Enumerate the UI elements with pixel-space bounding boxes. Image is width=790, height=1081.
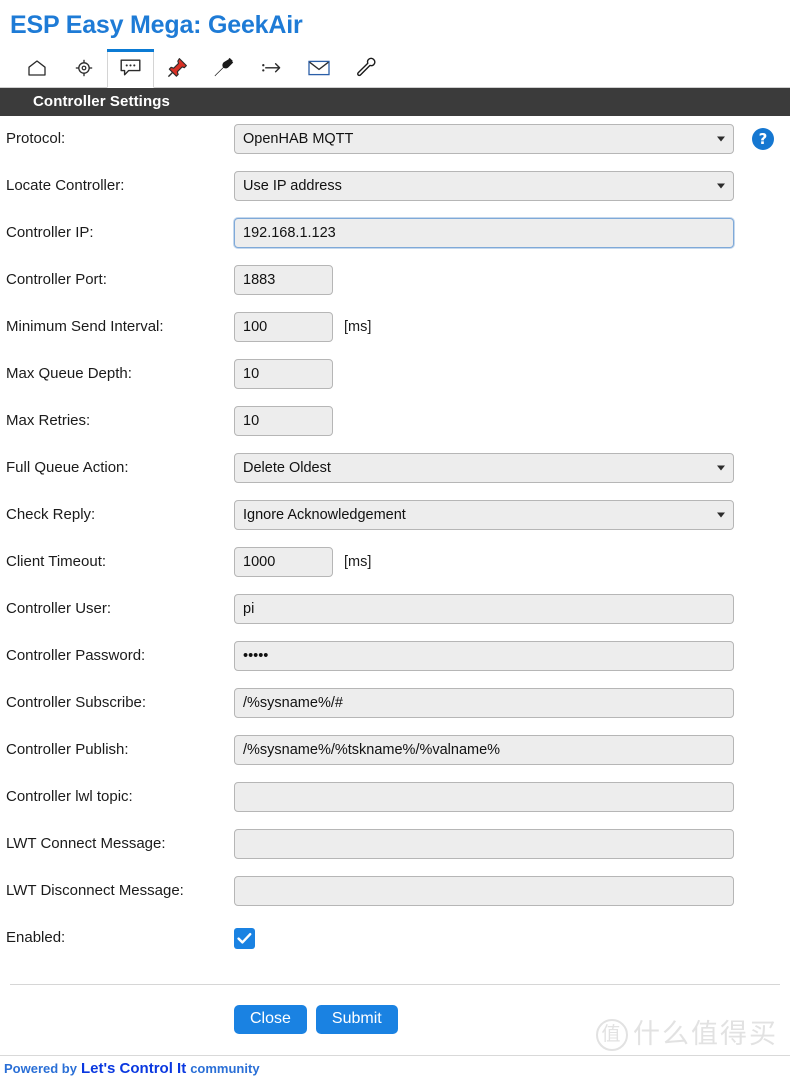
nav-controllers[interactable]: [107, 48, 154, 88]
main-nav: [0, 48, 790, 88]
protocol-select-shell: OpenHAB MQTT: [234, 124, 734, 154]
label-full-queue-action: Full Queue Action:: [6, 459, 129, 477]
chat-icon: [120, 58, 141, 77]
minimum-send-interval-input[interactable]: [234, 312, 333, 342]
locate-controller-select[interactable]: Use IP address: [234, 171, 734, 201]
home-icon: [27, 59, 47, 77]
label-check-reply: Check Reply:: [6, 506, 96, 524]
unit-minimum-send-interval: [ms]: [344, 319, 372, 335]
page-footer: Powered by Let's Control It community: [0, 1055, 790, 1081]
row-controller-port: Controller Port:: [0, 257, 790, 304]
label-controller-subscribe: Controller Subscribe:: [6, 694, 147, 712]
label-max-queue-depth: Max Queue Depth:: [6, 365, 132, 383]
nav-notifications[interactable]: [295, 49, 342, 87]
controller-user-input[interactable]: [234, 594, 734, 624]
help-icon[interactable]: ?: [752, 128, 774, 150]
lwt-disconnect-message-input[interactable]: [234, 876, 734, 906]
label-max-retries: Max Retries:: [6, 412, 91, 430]
enabled-checkbox[interactable]: [234, 927, 255, 949]
row-controller-user: Controller User:: [0, 586, 790, 633]
nav-home[interactable]: [13, 49, 60, 87]
check-icon: [237, 932, 252, 945]
row-full-queue-action: Full Queue Action: Delete Oldest: [0, 445, 790, 492]
label-protocol: Protocol:: [6, 130, 66, 148]
footer-suffix: community: [190, 1061, 260, 1076]
mail-icon: [307, 60, 330, 76]
check-reply-select-shell: Ignore Acknowledgement: [234, 500, 734, 530]
row-controller-ip: Controller IP:: [0, 210, 790, 257]
row-minimum-send-interval: Minimum Send Interval: [ms]: [0, 304, 790, 351]
nav-hardware[interactable]: [154, 49, 201, 87]
controller-lwl-topic-input[interactable]: [234, 782, 734, 812]
nav-devices[interactable]: [201, 49, 248, 87]
watermark-mark: 值: [596, 1019, 628, 1051]
row-check-reply: Check Reply: Ignore Acknowledgement: [0, 492, 790, 539]
label-lwt-disconnect-message: LWT Disconnect Message:: [6, 882, 184, 900]
lwt-connect-message-input[interactable]: [234, 829, 734, 859]
label-enabled: Enabled:: [6, 929, 66, 947]
label-controller-user: Controller User:: [6, 600, 112, 618]
section-header: Controller Settings: [0, 87, 790, 116]
full-queue-action-select-shell: Delete Oldest: [234, 453, 734, 483]
protocol-select[interactable]: OpenHAB MQTT: [234, 124, 734, 154]
label-controller-lwl-topic: Controller lwl topic:: [6, 788, 133, 806]
watermark-text: 什么值得买: [633, 1018, 778, 1050]
row-client-timeout: Client Timeout: [ms]: [0, 539, 790, 586]
unit-client-timeout: [ms]: [344, 554, 372, 570]
close-button[interactable]: Close: [234, 1004, 307, 1034]
page-title: ESP Easy Mega: GeekAir: [10, 11, 303, 39]
row-protocol: Protocol: OpenHAB MQTT ?: [0, 116, 790, 163]
label-lwt-connect-message: LWT Connect Message:: [6, 835, 166, 853]
row-enabled: Enabled:: [0, 915, 790, 962]
label-controller-port: Controller Port:: [6, 271, 107, 289]
label-controller-publish: Controller Publish:: [6, 741, 129, 759]
check-reply-select[interactable]: Ignore Acknowledgement: [234, 500, 734, 530]
nav-tools[interactable]: [342, 49, 389, 87]
pin-icon: [167, 57, 188, 78]
row-max-queue-depth: Max Queue Depth:: [0, 351, 790, 398]
row-controller-subscribe: Controller Subscribe:: [0, 680, 790, 727]
controller-subscribe-input[interactable]: [234, 688, 734, 718]
max-retries-input[interactable]: [234, 406, 333, 436]
controller-password-input[interactable]: [234, 641, 734, 671]
nav-rules[interactable]: [248, 49, 295, 87]
plug-icon: [214, 57, 235, 78]
row-locate-controller: Locate Controller: Use IP address: [0, 163, 790, 210]
controller-publish-input[interactable]: [234, 735, 734, 765]
locate-controller-select-shell: Use IP address: [234, 171, 734, 201]
submit-button[interactable]: Submit: [315, 1004, 398, 1034]
watermark: 值什么值得买: [596, 1012, 778, 1051]
row-controller-publish: Controller Publish:: [0, 727, 790, 774]
row-lwt-disconnect-message: LWT Disconnect Message:: [0, 868, 790, 915]
row-controller-lwl-topic: Controller lwl topic:: [0, 774, 790, 821]
label-locate-controller: Locate Controller:: [6, 177, 125, 195]
label-client-timeout: Client Timeout:: [6, 553, 107, 571]
footer-brand-link[interactable]: Let's Control It: [81, 1060, 186, 1077]
wrench-icon: [355, 57, 376, 78]
controller-port-input[interactable]: [234, 265, 333, 295]
row-max-retries: Max Retries:: [0, 398, 790, 445]
rules-icon: [261, 60, 283, 76]
footer-powered-by: Powered by: [4, 1061, 77, 1076]
controller-ip-input[interactable]: [234, 218, 734, 248]
full-queue-action-select[interactable]: Delete Oldest: [234, 453, 734, 483]
row-controller-password: Controller Password:: [0, 633, 790, 680]
label-controller-ip: Controller IP:: [6, 224, 94, 242]
controller-settings-form: Protocol: OpenHAB MQTT ? Locate Controll…: [0, 116, 790, 962]
row-lwt-connect-message: LWT Connect Message:: [0, 821, 790, 868]
label-minimum-send-interval: Minimum Send Interval:: [6, 318, 164, 336]
client-timeout-input[interactable]: [234, 547, 333, 577]
max-queue-depth-input[interactable]: [234, 359, 333, 389]
gear-icon: [75, 59, 93, 77]
nav-config[interactable]: [60, 49, 107, 87]
label-controller-password: Controller Password:: [6, 647, 146, 665]
